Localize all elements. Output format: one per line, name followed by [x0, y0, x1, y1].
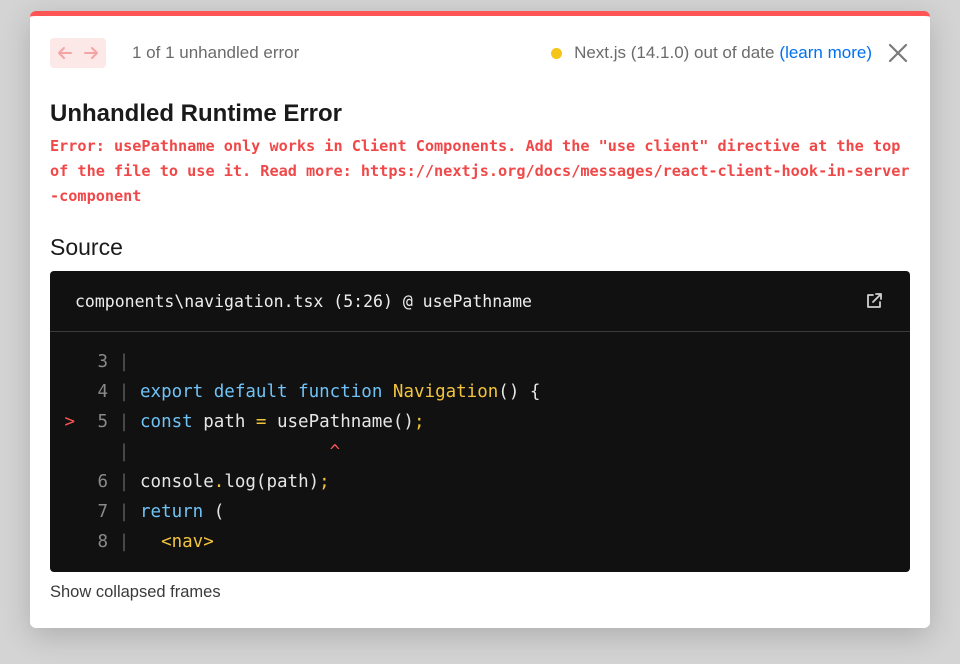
- line-code: ^: [140, 437, 341, 467]
- external-link-icon: [867, 293, 882, 308]
- code-token: Navigation: [392, 382, 499, 402]
- line-gutter: |: [118, 382, 130, 402]
- error-title: Unhandled Runtime Error: [50, 100, 343, 127]
- code-line: | ^: [50, 437, 910, 467]
- error-line-marker: [50, 497, 75, 527]
- code-token: ;: [319, 472, 330, 492]
- error-message: Error: usePathname only works in Client …: [50, 137, 910, 205]
- learn-more-link[interactable]: (learn more): [779, 43, 872, 63]
- show-collapsed-frames-button[interactable]: Show collapsed frames: [50, 583, 221, 602]
- line-gutter: |: [118, 502, 130, 522]
- code-lines: 3 | 4 | export default function Navigation()…: [50, 332, 910, 557]
- line-code: <nav>: [140, 527, 214, 557]
- dialog-header: 1 of 1 unhandled error Next.js (14.1.0) …: [50, 37, 910, 69]
- line-gutter: |: [118, 352, 130, 372]
- code-token: ;: [413, 412, 425, 432]
- source-heading: Source: [50, 234, 123, 260]
- error-line-marker: >: [64, 412, 75, 432]
- code-token: return: [140, 502, 204, 522]
- code-token: usePathname(): [266, 412, 414, 432]
- status-dot: [551, 47, 563, 59]
- code-token: function: [298, 382, 383, 402]
- next-error-button[interactable]: [78, 40, 104, 66]
- error-line-marker: [50, 437, 75, 467]
- code-line: >5 | const path = usePathname();: [50, 407, 910, 437]
- code-frame-header: components\navigation.tsx (5:26) @ usePa…: [50, 271, 910, 332]
- open-in-editor-button[interactable]: [863, 290, 885, 312]
- close-icon: [888, 43, 908, 63]
- line-code: const path = usePathname();: [140, 407, 425, 437]
- line-gutter: |: [118, 532, 130, 552]
- line-code: export default function Navigation() {: [140, 377, 540, 407]
- code-token: default: [213, 382, 288, 402]
- line-number: 5: [97, 412, 108, 432]
- line-gutter: |: [118, 442, 130, 462]
- error-counter: 1 of 1 unhandled error: [132, 43, 300, 62]
- code-token: .: [213, 472, 225, 492]
- error-overlay-dialog: 1 of 1 unhandled error Next.js (14.1.0) …: [30, 11, 930, 628]
- code-line: 6 | console.log(path);: [50, 467, 910, 497]
- line-number: [75, 437, 108, 467]
- line-code: return (: [140, 497, 224, 527]
- version-text: Next.js (14.1.0) out of date: [574, 43, 775, 62]
- code-token: <nav>: [161, 532, 214, 552]
- line-number: 4: [97, 382, 108, 402]
- line-number: 3: [97, 352, 108, 372]
- line-number: 7: [97, 502, 108, 522]
- code-token: =: [255, 412, 267, 432]
- code-line: 8 | <nav>: [50, 527, 910, 557]
- code-token: (: [203, 502, 225, 522]
- code-line: 7 | return (: [50, 497, 910, 527]
- code-line: 4 | export default function Navigation() {: [50, 377, 910, 407]
- code-token: log(path): [224, 472, 320, 492]
- code-token: const: [140, 412, 193, 432]
- error-line-marker: [50, 467, 75, 497]
- arrow-right-icon: [84, 47, 98, 59]
- line-number: 8: [97, 532, 108, 552]
- error-line-marker: [50, 347, 75, 377]
- code-line: 3 |: [50, 347, 910, 377]
- code-token: path: [192, 412, 256, 432]
- line-number: 6: [97, 472, 108, 492]
- error-caret: ^: [329, 442, 341, 462]
- error-line-marker: [50, 377, 75, 407]
- version-status: Next.js (14.1.0) out of date (learn more…: [551, 43, 872, 63]
- code-frame: components\navigation.tsx (5:26) @ usePa…: [50, 271, 910, 572]
- arrow-left-icon: [58, 47, 72, 59]
- code-token: () {: [498, 382, 541, 402]
- code-token: console: [140, 472, 214, 492]
- line-gutter: |: [118, 412, 130, 432]
- code-token: export: [140, 382, 204, 402]
- previous-error-button[interactable]: [52, 40, 78, 66]
- error-pagination: [50, 38, 106, 68]
- line-gutter: |: [118, 472, 130, 492]
- error-line-marker: [50, 527, 75, 557]
- close-button[interactable]: [886, 41, 910, 65]
- source-file-reference: components\navigation.tsx (5:26) @ usePa…: [75, 291, 532, 311]
- line-code: console.log(path);: [140, 467, 330, 497]
